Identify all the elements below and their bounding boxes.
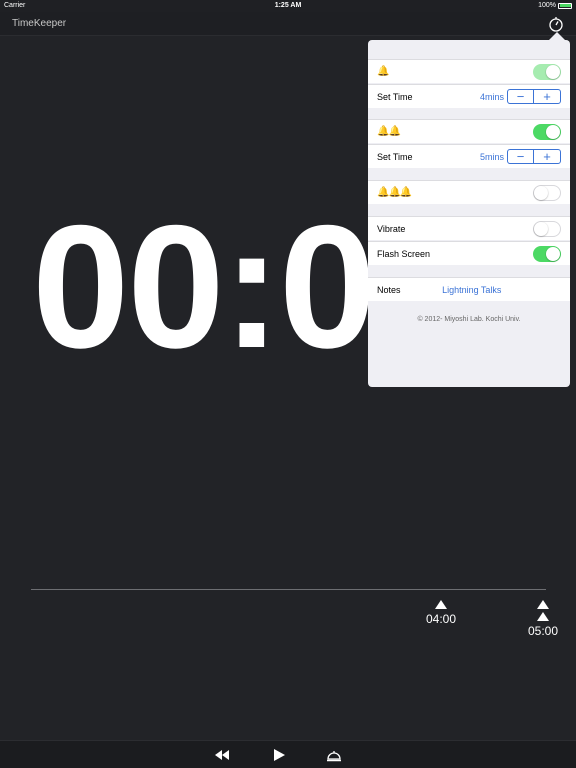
play-icon[interactable] bbox=[271, 747, 287, 763]
marker-label: 05:00 bbox=[528, 624, 559, 638]
notes-label: Notes bbox=[377, 284, 401, 295]
rewind-icon[interactable] bbox=[214, 747, 230, 763]
vibrate-row: Vibrate bbox=[368, 216, 570, 240]
notes-value-link[interactable]: Lightning Talks bbox=[401, 285, 543, 295]
time-marker-2: 05:00 bbox=[528, 600, 558, 638]
bell-2-toggle[interactable] bbox=[533, 123, 561, 140]
bell-1-row: 🔔 bbox=[368, 59, 570, 83]
bottom-toolbar bbox=[0, 740, 576, 768]
set-time-1-label: Set Time bbox=[377, 91, 413, 102]
set-time-2-label: Set Time bbox=[377, 151, 413, 162]
triangle-up-icon bbox=[435, 600, 448, 609]
timeline-track bbox=[31, 589, 546, 590]
copyright-text: © 2012- Miyoshi Lab. Kochi Univ. bbox=[417, 316, 521, 323]
flash-screen-toggle[interactable] bbox=[533, 245, 561, 262]
triangle-up-icon bbox=[537, 600, 550, 609]
status-time: 1:25 AM bbox=[274, 2, 302, 9]
bell-2-row: 🔔🔔 bbox=[368, 119, 570, 143]
battery-indicator: 100% bbox=[538, 2, 572, 9]
bell-3-label: 🔔🔔🔔 bbox=[377, 187, 412, 198]
increment-button[interactable]: + bbox=[534, 90, 560, 103]
flash-screen-label: Flash Screen bbox=[377, 248, 431, 259]
marker-label: 04:00 bbox=[426, 612, 457, 626]
popover-arrow bbox=[549, 32, 565, 40]
decrement-button[interactable]: − bbox=[508, 90, 534, 103]
app-title: TimeKeeper bbox=[12, 18, 67, 29]
set-time-1-stepper: − + bbox=[507, 89, 561, 104]
bell-1-label: 🔔 bbox=[377, 66, 389, 77]
set-time-1-value: 4mins bbox=[479, 91, 504, 102]
increment-button[interactable]: + bbox=[534, 150, 560, 163]
set-time-1-row: Set Time 4mins − + bbox=[368, 84, 570, 108]
notes-row: Notes Lightning Talks bbox=[368, 277, 570, 301]
bell-1-toggle[interactable] bbox=[533, 63, 561, 80]
status-bar: Carrier 1:25 AM 100% bbox=[0, 0, 576, 12]
flash-screen-row: Flash Screen bbox=[368, 241, 570, 265]
set-time-2-stepper: − + bbox=[507, 149, 561, 164]
vibrate-label: Vibrate bbox=[377, 223, 406, 234]
bell-3-row: 🔔🔔🔔 bbox=[368, 180, 570, 204]
nav-bar: TimeKeeper bbox=[0, 12, 576, 36]
battery-percent: 100% bbox=[538, 2, 556, 9]
battery-icon bbox=[558, 2, 572, 9]
bell-2-label: 🔔🔔 bbox=[377, 126, 401, 137]
time-marker-1: 04:00 bbox=[426, 600, 456, 626]
vibrate-toggle[interactable] bbox=[533, 220, 561, 237]
triangle-up-icon bbox=[537, 612, 550, 621]
desk-bell-icon[interactable] bbox=[326, 747, 342, 763]
set-time-2-row: Set Time 5mins − + bbox=[368, 144, 570, 168]
settings-popover: 🔔 Set Time 4mins − + 🔔🔔 Set Time 5mins −… bbox=[368, 40, 570, 387]
decrement-button[interactable]: − bbox=[508, 150, 534, 163]
set-time-2-value: 5mins bbox=[479, 151, 504, 162]
stopwatch-icon[interactable] bbox=[548, 16, 564, 32]
bell-3-toggle[interactable] bbox=[533, 184, 561, 201]
